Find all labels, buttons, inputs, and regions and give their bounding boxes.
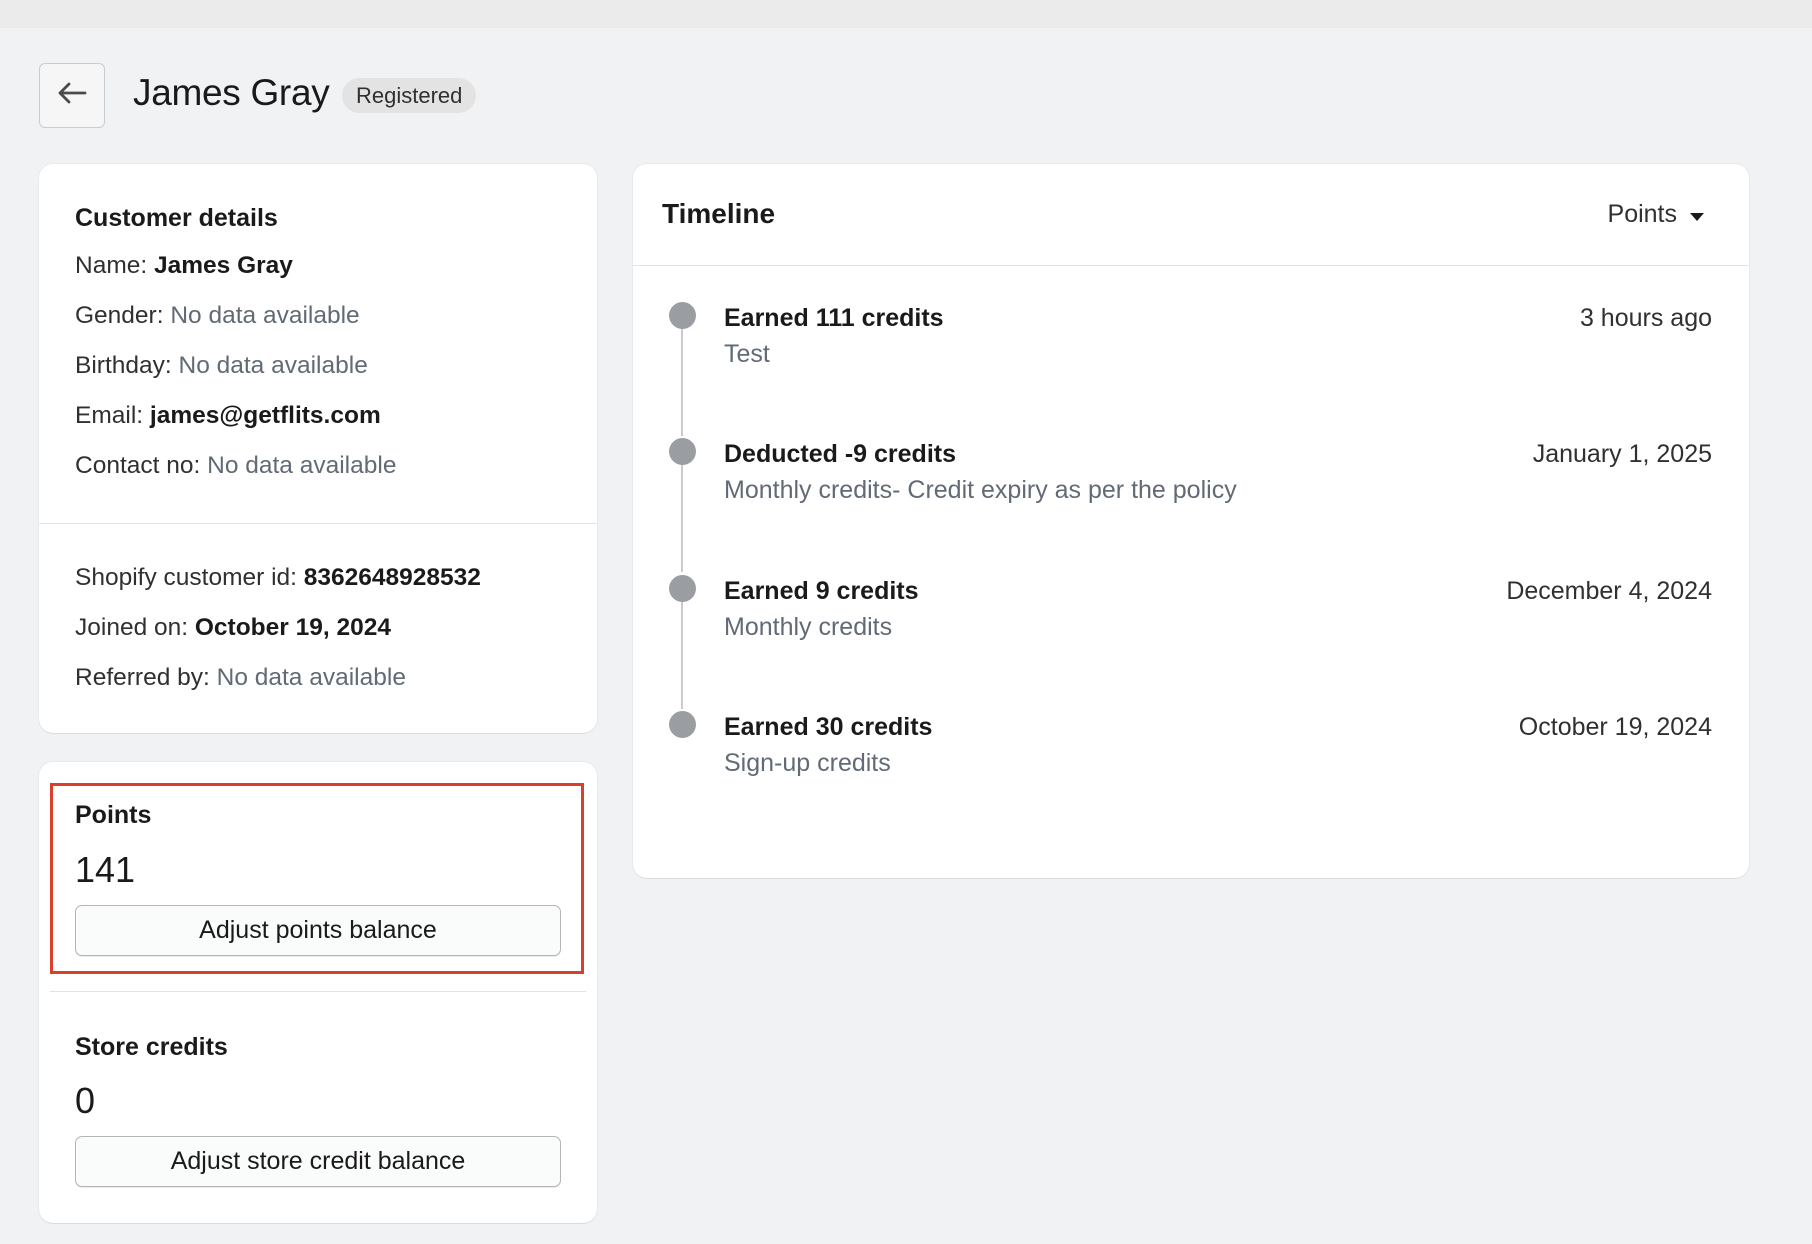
back-button[interactable] <box>39 63 105 128</box>
detail-label: Referred by: <box>75 664 210 691</box>
timeline-event-description: Test <box>724 340 770 368</box>
section-divider <box>39 523 597 524</box>
timeline-connector <box>681 601 683 709</box>
detail-label: Contact no: <box>75 452 201 479</box>
timeline-event-title: Earned 111 credits <box>724 304 944 332</box>
detail-shopify-id: Shopify customer id: 8362648928532 <box>75 564 481 592</box>
detail-value: October 19, 2024 <box>194 614 391 641</box>
store-credits-value: 0 <box>75 1080 96 1121</box>
points-title: Points <box>75 801 152 829</box>
timeline-connector <box>681 328 683 436</box>
filter-label: Points <box>1607 200 1677 228</box>
timeline-dot <box>669 575 696 602</box>
status-badge: Registered <box>342 78 477 113</box>
timeline-event-title: Earned 9 credits <box>724 577 919 605</box>
detail-contact: Contact no: No data available <box>75 452 396 480</box>
detail-label: Email: <box>75 402 144 429</box>
detail-label: Joined on: <box>75 614 189 641</box>
adjust-store-credit-button[interactable]: Adjust store credit balance <box>75 1136 561 1187</box>
detail-value: 8362648928532 <box>303 564 481 591</box>
timeline-connector <box>681 464 683 572</box>
detail-label: Shopify customer id: <box>75 564 297 591</box>
arrow-left-icon <box>57 81 87 110</box>
detail-value: No data available <box>216 664 406 691</box>
timeline-event-time: January 1, 2025 <box>1532 440 1712 468</box>
caret-down-icon <box>1689 200 1705 229</box>
timeline-event-title: Earned 30 credits <box>724 713 933 741</box>
detail-referred-by: Referred by: No data available <box>75 664 406 692</box>
timeline-card: Timeline Points Earned 111 credits Test … <box>633 164 1749 878</box>
timeline-event-description: Monthly credits- Credit expiry as per th… <box>724 476 1237 504</box>
timeline-dot <box>669 302 696 329</box>
timeline-header-divider <box>633 265 1749 266</box>
detail-label: Name: <box>75 252 148 279</box>
timeline-event-time: October 19, 2024 <box>1518 713 1712 741</box>
top-strip <box>0 0 1812 28</box>
timeline-event-description: Monthly credits <box>724 613 893 641</box>
balances-card: Points 141 Adjust points balance Store c… <box>39 762 597 1223</box>
detail-birthday: Birthday: No data available <box>75 352 368 380</box>
detail-gender: Gender: No data available <box>75 302 360 330</box>
detail-value: James Gray <box>153 252 293 279</box>
detail-email: Email: james@getflits.com <box>75 402 381 430</box>
customer-details-title: Customer details <box>75 204 278 232</box>
detail-joined-on: Joined on: October 19, 2024 <box>75 614 391 642</box>
customer-details-card: Customer details Name: James Gray Gender… <box>39 164 597 733</box>
timeline-event-description: Sign-up credits <box>724 749 891 777</box>
adjust-points-button[interactable]: Adjust points balance <box>75 905 561 956</box>
detail-label: Birthday: <box>75 352 172 379</box>
detail-value: No data available <box>170 302 360 329</box>
timeline-event-time: 3 hours ago <box>1579 304 1712 332</box>
timeline-title: Timeline <box>662 198 776 229</box>
timeline-dot <box>669 711 696 738</box>
points-value: 141 <box>75 849 136 890</box>
detail-value: No data available <box>178 352 368 379</box>
page-title: James Gray <box>133 72 330 113</box>
detail-name: Name: James Gray <box>75 252 293 280</box>
store-credits-title: Store credits <box>75 1033 228 1061</box>
timeline-event-time: December 4, 2024 <box>1506 577 1712 605</box>
timeline-filter-dropdown[interactable]: Points <box>1608 200 1705 229</box>
section-divider <box>50 991 586 992</box>
detail-value: No data available <box>207 452 397 479</box>
detail-label: Gender: <box>75 302 164 329</box>
detail-value: james@getflits.com <box>149 402 381 429</box>
timeline-dot <box>669 438 696 465</box>
timeline-event-title: Deducted -9 credits <box>724 440 957 468</box>
